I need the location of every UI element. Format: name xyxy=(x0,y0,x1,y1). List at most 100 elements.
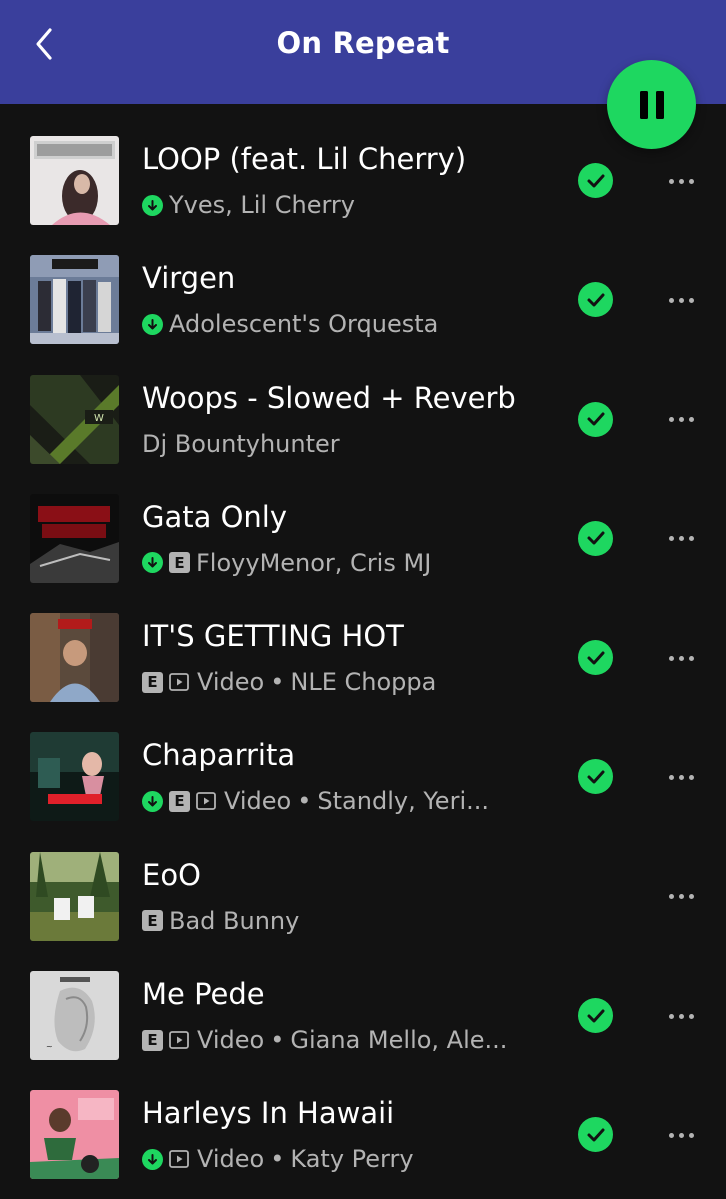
check-icon xyxy=(587,531,604,545)
more-options-button[interactable] xyxy=(660,285,702,315)
more-options-button[interactable] xyxy=(660,166,702,196)
liked-button[interactable] xyxy=(578,282,613,318)
track-artist: NLE Choppa xyxy=(290,668,437,697)
more-options-button[interactable] xyxy=(660,405,702,435)
track-row[interactable]: Chaparrita E Video • Standly, Yeri... xyxy=(0,714,726,833)
svg-text:~: ~ xyxy=(46,1042,53,1051)
more-horizontal-icon-dot xyxy=(678,178,684,184)
video-label: Video xyxy=(224,787,292,816)
liked-button[interactable] xyxy=(578,759,613,795)
track-row[interactable]: Harleys In Hawaii Video • Katy Perry xyxy=(0,1072,726,1191)
explicit-icon: E xyxy=(169,790,190,812)
more-horizontal-icon-dot xyxy=(688,774,694,780)
more-horizontal-icon xyxy=(668,536,674,542)
explicit-icon: E xyxy=(142,910,163,932)
download-arrow-icon xyxy=(142,1148,163,1170)
liked-button[interactable] xyxy=(578,640,613,676)
track-artist: FloyyMenor, Cris MJ xyxy=(196,548,432,577)
pause-button[interactable] xyxy=(607,60,696,149)
liked-button[interactable] xyxy=(578,1117,613,1153)
video-play-icon xyxy=(169,1030,191,1050)
explicit-icon: E xyxy=(169,552,190,574)
more-horizontal-icon-dot xyxy=(688,1132,694,1138)
more-options-button[interactable] xyxy=(660,1120,702,1150)
more-horizontal-icon xyxy=(668,655,674,661)
more-options-button[interactable] xyxy=(660,524,702,554)
more-horizontal-icon-dot xyxy=(688,297,694,303)
more-horizontal-icon xyxy=(668,1013,674,1019)
album-cover: W xyxy=(30,374,119,464)
more-horizontal-icon-dot xyxy=(688,894,694,900)
track-title: Harleys In Hawaii xyxy=(142,1096,395,1131)
track-meta: E Video • NLE Choppa xyxy=(142,667,542,697)
track-row[interactable]: Gata Only E FloyyMenor, Cris MJ xyxy=(0,476,726,595)
separator-dot: • xyxy=(297,787,312,816)
album-cover xyxy=(30,255,119,345)
liked-button[interactable] xyxy=(578,401,613,437)
download-arrow-icon xyxy=(142,790,163,812)
svg-text:W: W xyxy=(94,413,104,424)
video-play-icon xyxy=(196,791,218,811)
download-arrow-icon xyxy=(142,194,163,216)
more-horizontal-icon-dot xyxy=(678,417,684,423)
track-row[interactable]: Virgen Adolescent's Orquesta xyxy=(0,237,726,356)
separator-dot: • xyxy=(270,1145,285,1174)
album-cover xyxy=(30,136,119,225)
more-horizontal-icon xyxy=(668,178,674,184)
more-options-button[interactable] xyxy=(660,882,702,912)
liked-button[interactable] xyxy=(578,520,613,556)
track-title: EoO xyxy=(142,857,201,892)
more-horizontal-icon-dot xyxy=(688,417,694,423)
more-horizontal-icon-dot xyxy=(678,297,684,303)
more-options-button[interactable] xyxy=(660,1001,702,1031)
track-meta: E Video • Standly, Yeri... xyxy=(142,786,542,816)
more-horizontal-icon-dot xyxy=(688,655,694,661)
more-horizontal-icon-dot xyxy=(678,655,684,661)
more-horizontal-icon xyxy=(668,1132,674,1138)
video-label: Video xyxy=(197,668,265,697)
track-title: Gata Only xyxy=(142,499,288,534)
track-list: LOOP (feat. Lil Cherry) Yves, Lil Cherry xyxy=(0,118,726,1192)
track-row[interactable]: EoO E Bad Bunny xyxy=(0,834,726,953)
more-horizontal-icon-dot xyxy=(678,774,684,780)
album-cover xyxy=(30,1090,119,1180)
track-meta: Yves, Lil Cherry xyxy=(142,190,542,220)
video-label: Video xyxy=(197,1026,265,1055)
album-cover xyxy=(30,493,119,583)
check-icon xyxy=(587,174,604,187)
more-horizontal-icon xyxy=(668,297,674,303)
track-row[interactable]: LOOP (feat. Lil Cherry) Yves, Lil Cherry xyxy=(0,118,726,237)
track-artist: Dj Bountyhunter xyxy=(142,429,340,458)
track-row[interactable]: IT'S GETTING HOT E Video • NLE Choppa xyxy=(0,595,726,714)
more-options-button[interactable] xyxy=(660,762,702,792)
liked-button[interactable] xyxy=(578,163,613,198)
video-play-icon xyxy=(169,672,191,692)
video-label: Video xyxy=(197,1145,265,1174)
video-play-icon xyxy=(169,1149,191,1169)
check-icon xyxy=(587,1128,604,1142)
more-options-button[interactable] xyxy=(660,643,702,673)
track-meta: E Bad Bunny xyxy=(142,906,542,936)
track-meta: Dj Bountyhunter xyxy=(142,429,542,459)
more-horizontal-icon-dot xyxy=(688,1013,694,1019)
track-artist: Adolescent's Orquesta xyxy=(169,310,439,339)
check-icon xyxy=(587,412,604,426)
more-horizontal-icon-dot xyxy=(688,178,694,184)
more-horizontal-icon xyxy=(668,894,674,900)
track-meta: E FloyyMenor, Cris MJ xyxy=(142,548,542,578)
track-artist: Bad Bunny xyxy=(169,906,300,935)
track-row[interactable]: ~ Me Pede E Video • Giana Mello, Ale... xyxy=(0,953,726,1072)
separator-dot: • xyxy=(270,1026,285,1055)
track-meta: Video • Katy Perry xyxy=(142,1144,542,1174)
liked-button[interactable] xyxy=(578,998,613,1034)
download-arrow-icon xyxy=(142,313,163,335)
track-title: Woops - Slowed + Reverb xyxy=(142,380,516,415)
track-row[interactable]: W Woops - Slowed + Reverb Dj Bountyhunte… xyxy=(0,357,726,476)
track-title: Chaparrita xyxy=(142,738,296,773)
separator-dot: • xyxy=(270,668,285,697)
track-artist: Yves, Lil Cherry xyxy=(169,191,355,219)
check-icon xyxy=(587,1009,604,1023)
more-horizontal-icon-dot xyxy=(678,894,684,900)
check-icon xyxy=(587,651,604,665)
album-cover xyxy=(30,613,119,703)
